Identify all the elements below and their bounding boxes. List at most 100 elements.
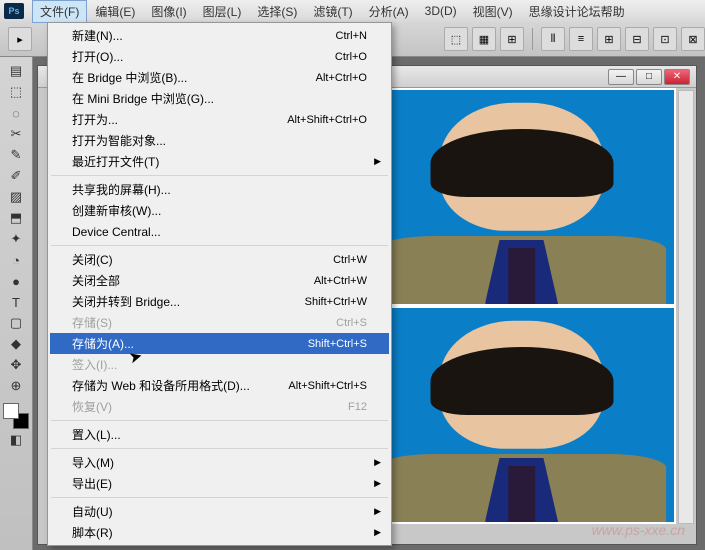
menu-item-label: 创建新审核(W)... [72, 202, 367, 219]
menu-image[interactable]: 图像(I) [143, 0, 194, 23]
zoom-tool-icon[interactable]: ⊕ [5, 376, 27, 396]
eraser-tool-icon[interactable]: ✦ [5, 229, 27, 249]
menu-item-label: 关闭全部 [72, 272, 314, 289]
menu-item[interactable]: Device Central... [50, 221, 389, 242]
menu-item-label: 在 Mini Bridge 中浏览(G)... [72, 90, 367, 107]
menu-item[interactable]: 关闭并转到 Bridge...Shift+Ctrl+W [50, 291, 389, 312]
align-icon[interactable]: ⊡ [653, 27, 677, 51]
blur-tool-icon[interactable]: ◔ [5, 250, 27, 270]
arrange-icon[interactable]: ▦ [472, 27, 496, 51]
menu-item[interactable]: 打开为智能对象... [50, 130, 389, 151]
align-icon[interactable]: ⊟ [625, 27, 649, 51]
menu-item-label: 存储为 Web 和设备所用格式(D)... [72, 377, 288, 394]
menu-item-label: 存储为(A)... [72, 335, 308, 352]
align-icon[interactable]: ⊞ [597, 27, 621, 51]
submenu-arrow-icon: ▶ [374, 506, 381, 517]
menu-item[interactable]: 自动(U) ▶ [50, 501, 389, 522]
menu-separator [51, 420, 388, 421]
menu-item[interactable]: 关闭全部Alt+Ctrl+W [50, 270, 389, 291]
tool-preset[interactable]: ▸ [8, 27, 32, 51]
path-tool-icon[interactable]: ▢ [5, 313, 27, 333]
type-tool-icon[interactable]: T [5, 292, 27, 312]
menu-item: 存储(S)Ctrl+S [50, 312, 389, 333]
shape-tool-icon[interactable]: ◆ [5, 334, 27, 354]
lasso-tool-icon[interactable]: ◌ [5, 103, 27, 123]
menu-item-label: 最近打开文件(T) [72, 153, 367, 170]
menu-item-shortcut: Shift+Ctrl+S [308, 338, 367, 350]
move-tool-icon[interactable]: ▤ [5, 61, 27, 81]
menu-edit[interactable]: 编辑(E) [87, 0, 143, 23]
eyedropper-tool-icon[interactable]: ✎ [5, 145, 27, 165]
file-menu-dropdown: 新建(N)...Ctrl+N打开(O)...Ctrl+O在 Bridge 中浏览… [47, 22, 392, 546]
menu-item[interactable]: 存储为 Web 和设备所用格式(D)...Alt+Shift+Ctrl+S [50, 375, 389, 396]
submenu-arrow-icon: ▶ [374, 156, 381, 167]
menu-item: 恢复(V)F12 [50, 396, 389, 417]
menu-item[interactable]: 打开(O)...Ctrl+O [50, 46, 389, 67]
minimize-button[interactable]: — [608, 69, 634, 85]
menu-separator [51, 448, 388, 449]
menu-analysis[interactable]: 分析(A) [361, 0, 417, 23]
align-icon[interactable]: ⊠ [681, 27, 705, 51]
menu-item[interactable]: 共享我的屏幕(H)... [50, 179, 389, 200]
menu-item-label: 签入(I)... [72, 356, 367, 373]
menu-item-label: 关闭(C) [72, 251, 333, 268]
menu-separator [51, 245, 388, 246]
menu-filter[interactable]: 滤镜(T) [305, 0, 360, 23]
close-button[interactable]: ✕ [664, 69, 690, 85]
menu-item[interactable]: 导入(M)▶ [50, 452, 389, 473]
menu-item-shortcut: Ctrl+O [335, 51, 367, 63]
menu-item-label: 存储(S) [72, 314, 336, 331]
crop-tool-icon[interactable]: ✂ [5, 124, 27, 144]
menu-3d[interactable]: 3D(D) [417, 1, 465, 21]
menu-item-label: 自动(U) [72, 503, 367, 520]
hand-tool-icon[interactable]: ✥ [5, 355, 27, 375]
menu-item-shortcut: Alt+Shift+Ctrl+S [288, 380, 367, 392]
pen-tool-icon[interactable]: ● [5, 271, 27, 291]
menu-item[interactable]: 创建新审核(W)... [50, 200, 389, 221]
arrange-icon[interactable]: ⬚ [444, 27, 468, 51]
tools-panel: ▤ ⬚ ◌ ✂ ✎ ✐ ▨ ⬒ ✦ ◔ ● T ▢ ◆ ✥ ⊕ ◧ [0, 57, 33, 550]
arrange-icon[interactable]: ⊞ [500, 27, 524, 51]
menu-item[interactable]: 最近打开文件(T) ▶ [50, 151, 389, 172]
vertical-scrollbar[interactable] [678, 90, 694, 524]
menu-separator [51, 175, 388, 176]
color-swatches[interactable] [3, 403, 29, 429]
menu-file[interactable]: 文件(F) [32, 0, 87, 23]
menu-select[interactable]: 选择(S) [249, 0, 305, 23]
id-photo [367, 306, 676, 524]
menu-item[interactable]: 在 Mini Bridge 中浏览(G)... [50, 88, 389, 109]
menu-item-shortcut: Shift+Ctrl+W [305, 296, 367, 308]
marquee-tool-icon[interactable]: ⬚ [5, 82, 27, 102]
menu-item[interactable]: 导出(E)▶ [50, 473, 389, 494]
foreground-color-swatch[interactable] [3, 403, 19, 419]
submenu-arrow-icon: ▶ [374, 478, 381, 489]
menu-item[interactable]: 置入(L)... [50, 424, 389, 445]
menu-layer[interactable]: 图层(L) [195, 0, 250, 23]
menu-view[interactable]: 视图(V) [465, 0, 521, 23]
menu-item-label: 置入(L)... [72, 426, 367, 443]
align-icon[interactable]: ⫴ [541, 27, 565, 51]
menu-item[interactable]: 脚本(R)▶ [50, 522, 389, 543]
menu-item-label: 关闭并转到 Bridge... [72, 293, 305, 310]
menu-item-label: 新建(N)... [72, 27, 336, 44]
menu-item-label: Device Central... [72, 225, 367, 239]
align-icon[interactable]: ≡ [569, 27, 593, 51]
menu-item[interactable]: 打开为...Alt+Shift+Ctrl+O [50, 109, 389, 130]
quickmask-icon[interactable]: ◧ [5, 430, 27, 450]
menu-item-label: 在 Bridge 中浏览(B)... [72, 69, 316, 86]
menu-item-shortcut: F12 [348, 401, 367, 413]
menu-item[interactable]: 在 Bridge 中浏览(B)...Alt+Ctrl+O [50, 67, 389, 88]
menu-item-shortcut: Ctrl+W [333, 254, 367, 266]
stamp-tool-icon[interactable]: ▨ [5, 187, 27, 207]
menubar: Ps 文件(F) 编辑(E) 图像(I) 图层(L) 选择(S) 滤镜(T) 分… [0, 0, 705, 22]
menu-item[interactable]: 存储为(A)...Shift+Ctrl+S [50, 333, 389, 354]
menu-item-label: 打开为... [72, 111, 287, 128]
menu-item[interactable]: 新建(N)...Ctrl+N [50, 25, 389, 46]
menu-item-label: 脚本(R) [72, 524, 367, 541]
maximize-button[interactable]: □ [636, 69, 662, 85]
menu-help[interactable]: 思缘设计论坛帮助 [521, 0, 633, 23]
menu-item-label: 打开为智能对象... [72, 132, 367, 149]
brush-tool-icon[interactable]: ✐ [5, 166, 27, 186]
menu-item[interactable]: 关闭(C)Ctrl+W [50, 249, 389, 270]
gradient-tool-icon[interactable]: ⬒ [5, 208, 27, 228]
